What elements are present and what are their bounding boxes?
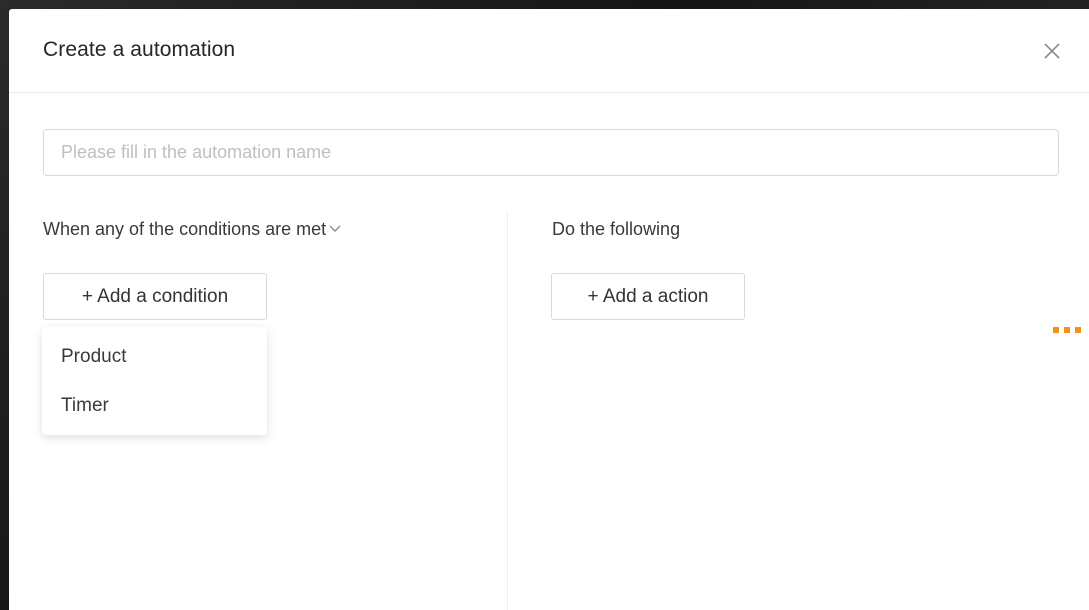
modal-header: Create a automation	[9, 9, 1089, 93]
dropdown-item-product[interactable]: Product	[42, 337, 267, 386]
loading-dot	[1064, 327, 1070, 333]
close-icon	[1044, 43, 1060, 59]
conditions-trigger-select[interactable]: When any of the conditions are met	[43, 219, 342, 240]
modal-title: Create a automation	[43, 38, 236, 61]
loading-indicator	[1053, 327, 1081, 333]
dropdown-item-timer[interactable]: Timer	[42, 386, 267, 435]
loading-dot	[1053, 327, 1059, 333]
close-button[interactable]	[1041, 40, 1063, 62]
column-divider	[507, 211, 508, 610]
condition-type-dropdown: Product Timer	[42, 327, 267, 435]
actions-heading: Do the following	[552, 219, 681, 239]
add-condition-button[interactable]: + Add a condition	[43, 273, 267, 320]
conditions-heading: When any of the conditions are met	[43, 219, 327, 239]
loading-dot	[1075, 327, 1081, 333]
chevron-down-icon	[328, 218, 342, 239]
create-automation-modal: Create a automation When any of the cond…	[9, 9, 1089, 610]
add-action-button[interactable]: + Add a action	[551, 273, 745, 320]
automation-name-input[interactable]	[43, 129, 1059, 176]
